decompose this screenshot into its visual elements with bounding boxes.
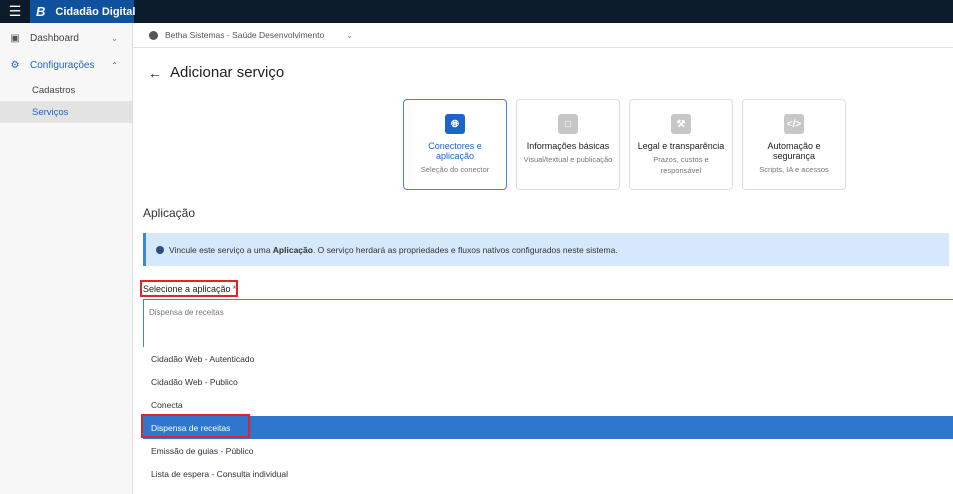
step-title: Conectores e aplicação [428,141,482,161]
chevron-up-icon: ⌃ [111,61,118,70]
page-title-text: Adicionar serviço [170,64,285,81]
application-dropdown: Cidadão Web - Autenticado Cidadão Web - … [141,347,953,494]
field-label-text: Selecione a aplicação [143,283,231,294]
entity-selector[interactable]: Betha Sistemas - Saúde Desenvolvimento ⌄ [133,23,953,48]
entity-name: Betha Sistemas - Saúde Desenvolvimento [165,30,325,40]
back-arrow-icon[interactable]: ← [148,65,162,81]
sidebar-item-label: Dashboard [30,33,79,44]
dropdown-option[interactable]: Lista de espera - Consulta individual [143,462,953,485]
dropdown-option[interactable]: Cidadão Web - Publico [143,370,953,393]
dropdown-option-selected[interactable]: Dispensa de receitas [141,414,953,439]
step-title: Automação e segurança [767,141,821,161]
dropdown-option[interactable]: Emissão de guias - Público [143,439,953,462]
info-icon [156,245,164,254]
brand-logo: B [36,4,46,19]
brand[interactable]: B Cidadão Digital [30,0,136,23]
top-bar: ☰ B Cidadão Digital [0,0,953,23]
info-alert: Vincule este serviço a uma Aplicação. O … [143,233,949,266]
chevron-down-icon: ⌄ [346,30,353,40]
step-legal[interactable]: ⚒ Legal e transparência Prazos, custos e… [629,99,733,190]
step-informacoes[interactable]: □ Informações básicas Visual/textual e p… [516,99,620,190]
app-root: ☰ B Cidadão Digital ▣ Dashboard ⌄ ⚙ Conf… [0,0,953,494]
selection-highlight [141,414,250,438]
sidebar: ▣ Dashboard ⌄ ⚙ Configurações ⌃ Cadastro… [0,23,133,494]
application-select[interactable]: Dispensa de receitas [143,299,953,348]
step-description: Visual/textual e publicação [523,155,613,164]
step-description: Seleção do conector [420,165,490,174]
entity-icon [149,30,158,40]
sidebar-item-cadastros[interactable]: Cadastros [0,79,132,101]
sidebar-item-dashboard[interactable]: ▣ Dashboard ⌄ [0,25,132,52]
step-title: Legal e transparência [637,141,725,151]
step-conectores[interactable]: 🌐︎ Conectores e aplicação Seleção do con… [403,99,507,190]
info-bold: Aplicação [272,244,313,255]
hamburger-menu-icon[interactable]: ☰ [0,0,30,23]
required-mark: * [232,283,237,294]
settings-icon: ⚙ [10,60,20,71]
chevron-down-icon: ⌄ [111,34,118,43]
page-title: ← Adicionar serviço [148,64,284,81]
document-icon: □ [558,114,578,134]
dropdown-option[interactable]: Conecta [143,393,953,416]
step-description: Scripts, IA e acessos [759,165,829,174]
section-title: Aplicação [143,206,196,220]
step-description: Prazos, custos e responsável [653,155,709,175]
globe-icon: 🌐︎ [445,114,465,134]
field-label: Selecione a aplicação * [140,280,238,297]
sidebar-item-label: Configurações [30,60,95,71]
step-title: Informações básicas [526,141,610,151]
info-prefix: Vincule este serviço a uma [169,244,273,255]
step-automacao[interactable]: </> Automação e segurança Scripts, IA e … [742,99,846,190]
gavel-icon: ⚒ [671,114,691,134]
code-icon: </> [784,114,804,134]
info-suffix: . O serviço herdará as propriedades e fl… [312,244,618,255]
monitor-icon: ▣ [10,33,20,44]
brand-name: Cidadão Digital [55,5,136,18]
dropdown-option[interactable]: Cidadão Web - Autenticado [143,347,953,370]
info-text: Vincule este serviço a uma Aplicação. O … [169,245,618,255]
sidebar-item-configuracoes[interactable]: ⚙ Configurações ⌃ [0,52,132,79]
sidebar-item-servicos[interactable]: Serviços [0,101,132,123]
